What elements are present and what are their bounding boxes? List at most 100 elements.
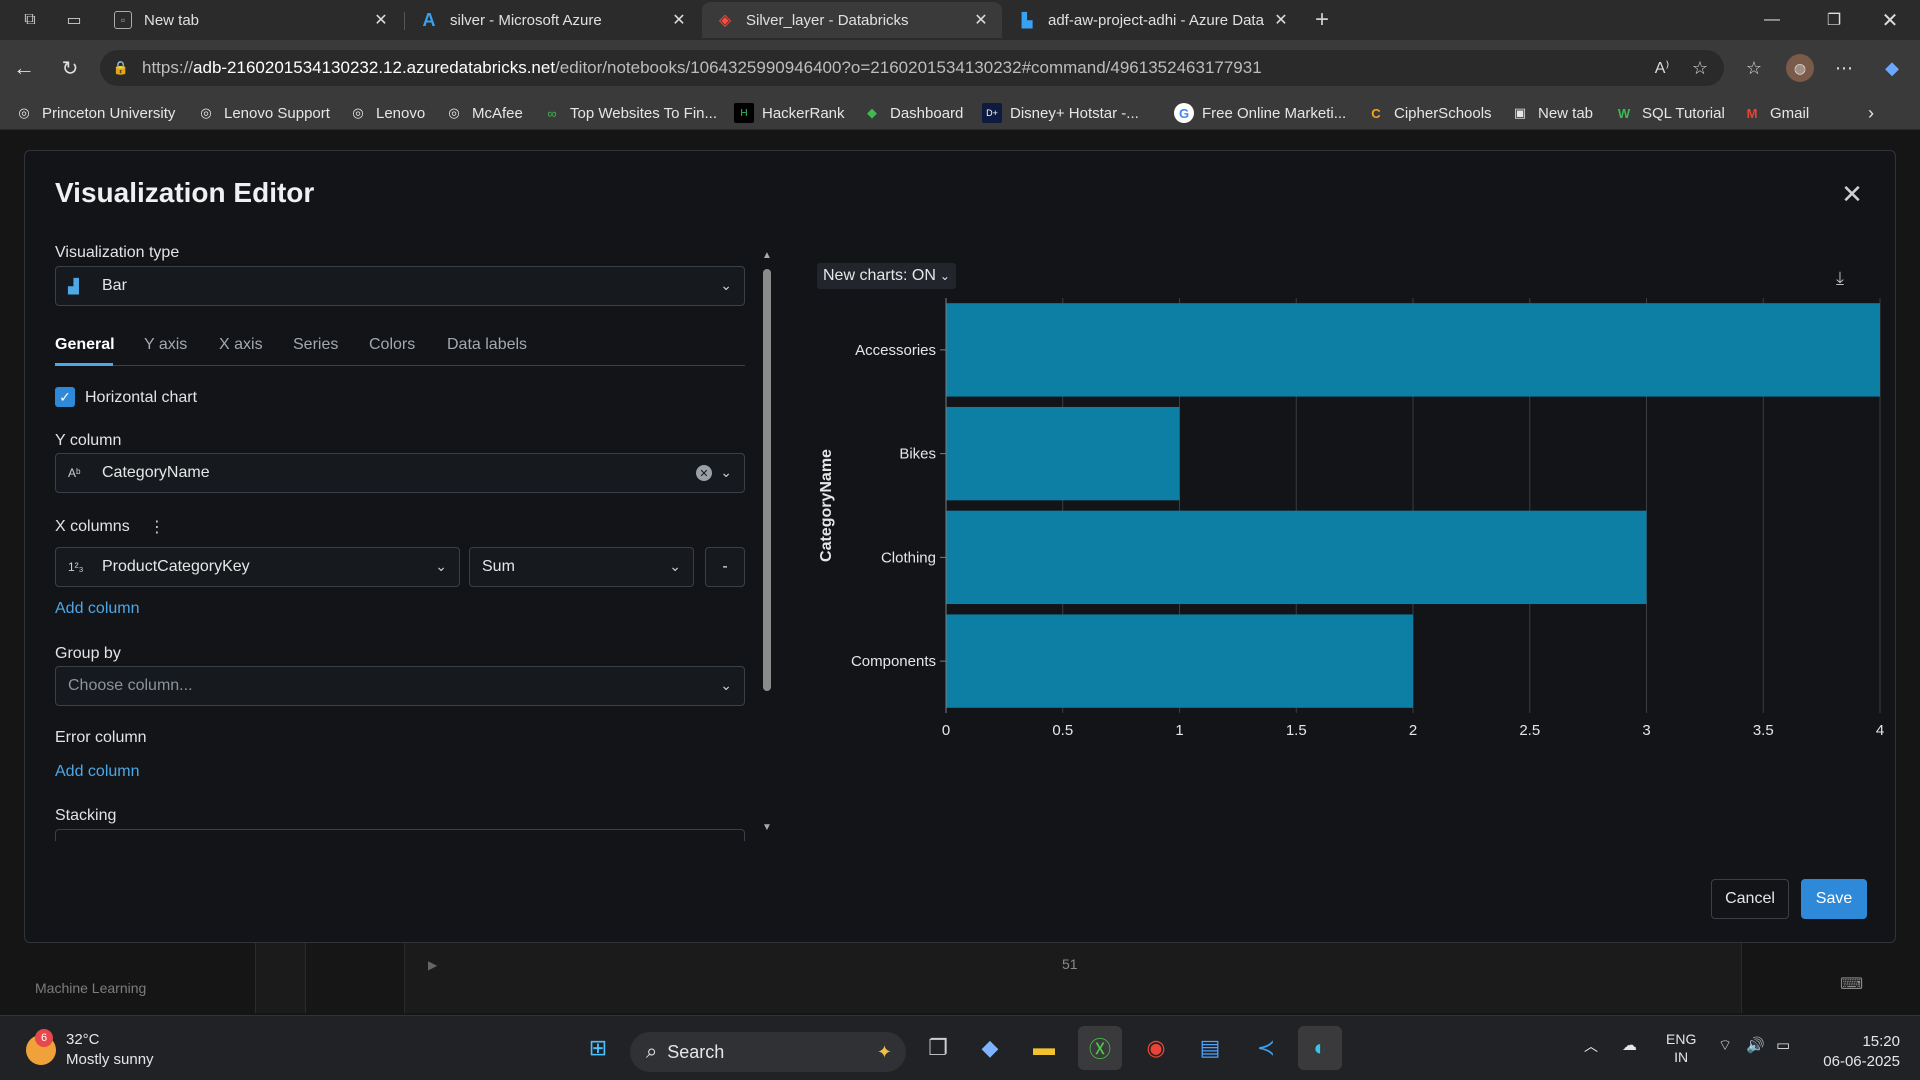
read-aloud-icon[interactable]: A⁾ — [1648, 54, 1676, 82]
system-clock[interactable]: 15:20 06-06-2025 — [1818, 1032, 1900, 1072]
bookmark-item[interactable]: ▣ New tab — [1510, 101, 1593, 125]
xbox-icon[interactable]: Ⓧ — [1078, 1026, 1122, 1070]
bookmark-item[interactable]: ◆ Dashboard — [862, 101, 963, 125]
x-tick-label: 1 — [1175, 722, 1183, 739]
copilot-icon[interactable]: ◆ — [1878, 54, 1906, 82]
bookmark-item[interactable]: ◎ Lenovo — [348, 101, 425, 125]
cancel-button[interactable]: Cancel — [1711, 879, 1789, 919]
wifi-icon[interactable]: ⌔ — [1718, 1036, 1732, 1055]
tab-general[interactable]: General — [55, 336, 115, 354]
minimize-icon[interactable]: — — [1744, 0, 1800, 40]
language-indicator[interactable]: ENG IN — [1666, 1030, 1696, 1066]
bookmark-item[interactable]: H HackerRank — [734, 101, 845, 125]
x-column-value: ProductCategoryKey — [102, 558, 250, 575]
weather-badge: 6 — [35, 1029, 53, 1047]
bookmark-item[interactable]: ∞ Top Websites To Fin... — [542, 101, 717, 125]
edge-icon[interactable]: ◐ — [1298, 1026, 1342, 1070]
volume-icon[interactable]: 🔊 — [1746, 1036, 1765, 1054]
bookmark-item[interactable]: D+ Disney+ Hotstar -... — [982, 101, 1139, 125]
workspaces-icon[interactable]: ⧉ — [16, 6, 44, 34]
close-icon[interactable]: ✕ — [972, 10, 990, 30]
visualization-type-select[interactable]: ▟ Bar ⌄ — [55, 266, 745, 306]
tab-x-axis[interactable]: X axis — [219, 336, 263, 354]
taskbar-search[interactable]: ⌕ Search ✦ — [630, 1032, 906, 1072]
tab-actions-icon[interactable]: ▭ — [60, 6, 88, 34]
close-icon[interactable]: ✕ — [670, 10, 688, 30]
favorites-icon[interactable]: ☆ — [1740, 54, 1768, 82]
new-charts-toggle[interactable]: New charts: ON ⌄ — [817, 263, 956, 289]
x-tick-label: 0 — [942, 722, 950, 739]
profile-avatar[interactable]: ◍ — [1786, 54, 1814, 82]
browser-tab-azure[interactable]: A silver - Microsoft Azure ✕ — [406, 2, 700, 38]
scrollbar-thumb[interactable] — [763, 269, 771, 691]
horizontal-chart-checkbox[interactable]: ✓ — [55, 387, 75, 407]
task-view-icon[interactable]: ❐ — [916, 1026, 960, 1070]
bookmark-item[interactable]: W SQL Tutorial — [1614, 101, 1725, 125]
tab-colors[interactable]: Colors — [369, 336, 415, 354]
more-options-icon[interactable]: ⋯ — [1830, 54, 1858, 82]
browser-tab-data-factory[interactable]: ▙ adf-aw-project-adhi - Azure Data ✕ — [1004, 2, 1302, 38]
bookmark-item[interactable]: C CipherSchools — [1366, 101, 1491, 125]
vscode-icon[interactable]: ≺ — [1244, 1026, 1288, 1070]
scroll-down-arrow-icon[interactable]: ▼ — [761, 821, 773, 833]
restore-icon[interactable]: ❐ — [1806, 0, 1862, 40]
add-x-column-link[interactable]: Add column — [55, 600, 140, 618]
url-field[interactable]: https://adb-2160201534130232.12.azuredat… — [100, 50, 1724, 86]
bookmark-item[interactable]: M Gmail — [1742, 101, 1810, 125]
chrome-icon[interactable]: ◉ — [1134, 1026, 1178, 1070]
close-icon[interactable]: ✕ — [1272, 10, 1290, 30]
globe-icon: ◎ — [448, 105, 460, 120]
window-close-icon[interactable]: ✕ — [1862, 0, 1918, 40]
save-button[interactable]: Save — [1801, 879, 1867, 919]
group-by-select[interactable]: Choose column... ⌄ — [55, 666, 745, 706]
tab-title: adf-aw-project-adhi - Azure Data — [1048, 11, 1264, 29]
datafactory-icon: ▙ — [1021, 11, 1033, 28]
x-tick-label: 1.5 — [1286, 722, 1307, 739]
aggregation-select[interactable]: Sum ⌄ — [469, 547, 694, 587]
browser-tab-bar: ⧉ ▭ ▫ New tab ✕ A silver - Microsoft Azu… — [0, 0, 1920, 40]
refresh-icon[interactable]: ↻ — [56, 54, 84, 82]
sidebar-label-machine-learning[interactable]: Machine Learning — [35, 980, 146, 996]
chevron-up-icon[interactable]: ︿ — [1584, 1036, 1598, 1056]
back-arrow-icon[interactable]: ← — [10, 54, 38, 82]
bookmark-item[interactable]: ◎ McAfee — [444, 101, 523, 125]
close-icon[interactable]: ✕ — [1837, 179, 1867, 209]
browser-tab-databricks[interactable]: ◈ Silver_layer - Databricks ✕ — [702, 2, 1002, 38]
add-error-column-link[interactable]: Add column — [55, 763, 140, 781]
notebook-cell-gutter — [305, 935, 405, 1013]
scroll-up-arrow-icon[interactable]: ▲ — [761, 249, 773, 261]
copilot-icon[interactable]: ◆ — [968, 1026, 1012, 1070]
bookmark-item[interactable]: ◎ Lenovo Support — [196, 101, 330, 125]
clear-icon[interactable]: ✕ — [696, 465, 712, 481]
browser-tab-new-tab[interactable]: ▫ New tab ✕ — [100, 2, 402, 38]
chevron-down-icon: ⌄ — [435, 558, 447, 574]
tab-y-axis[interactable]: Y axis — [144, 336, 187, 354]
favorite-star-icon[interactable]: ☆ — [1686, 54, 1714, 82]
close-icon[interactable]: ✕ — [372, 10, 390, 30]
stacking-select[interactable] — [55, 829, 745, 841]
bookmark-item[interactable]: ◎ Princeton University — [14, 101, 175, 125]
new-tab-plus-icon[interactable]: + — [1308, 6, 1336, 34]
bookmarks-overflow-chevron-icon[interactable]: › — [1868, 101, 1874, 125]
windows-taskbar: 6 32°C Mostly sunny ⊞ ⌕ Search ✦ ❐ ◆ ▬ Ⓧ… — [0, 1015, 1920, 1080]
bookmark-item[interactable]: G Free Online Marketi... — [1174, 101, 1346, 125]
kebab-menu-icon[interactable]: ⋮ — [149, 517, 165, 537]
notebook-cell-background — [255, 935, 1742, 1013]
onedrive-cloud-icon[interactable]: ☁ — [1622, 1036, 1637, 1054]
weather-widget[interactable]: 6 32°C Mostly sunny — [26, 1029, 154, 1070]
globe-icon: ◎ — [200, 105, 212, 120]
windows-start-icon[interactable]: ⊞ — [576, 1026, 620, 1070]
run-cell-icon[interactable]: ▶ — [428, 958, 437, 972]
download-icon[interactable]: ⤓ — [1829, 267, 1851, 289]
lock-icon[interactable]: 🔒 — [112, 59, 130, 77]
tab-data-labels[interactable]: Data labels — [447, 336, 527, 354]
notepad-icon[interactable]: ▤ — [1188, 1026, 1232, 1070]
x-column-select[interactable]: 1²₃ ProductCategoryKey ⌄ — [55, 547, 460, 587]
terminal-icon[interactable]: ⌨ — [1840, 974, 1863, 994]
y-column-select[interactable]: Aᵇ CategoryName ✕ ⌄ — [55, 453, 745, 493]
tab-series[interactable]: Series — [293, 336, 338, 354]
battery-icon[interactable]: ▭ — [1776, 1036, 1790, 1054]
file-explorer-icon[interactable]: ▬ — [1022, 1026, 1066, 1070]
bar-bikes — [946, 406, 1180, 501]
remove-column-button[interactable]: - — [705, 547, 745, 587]
